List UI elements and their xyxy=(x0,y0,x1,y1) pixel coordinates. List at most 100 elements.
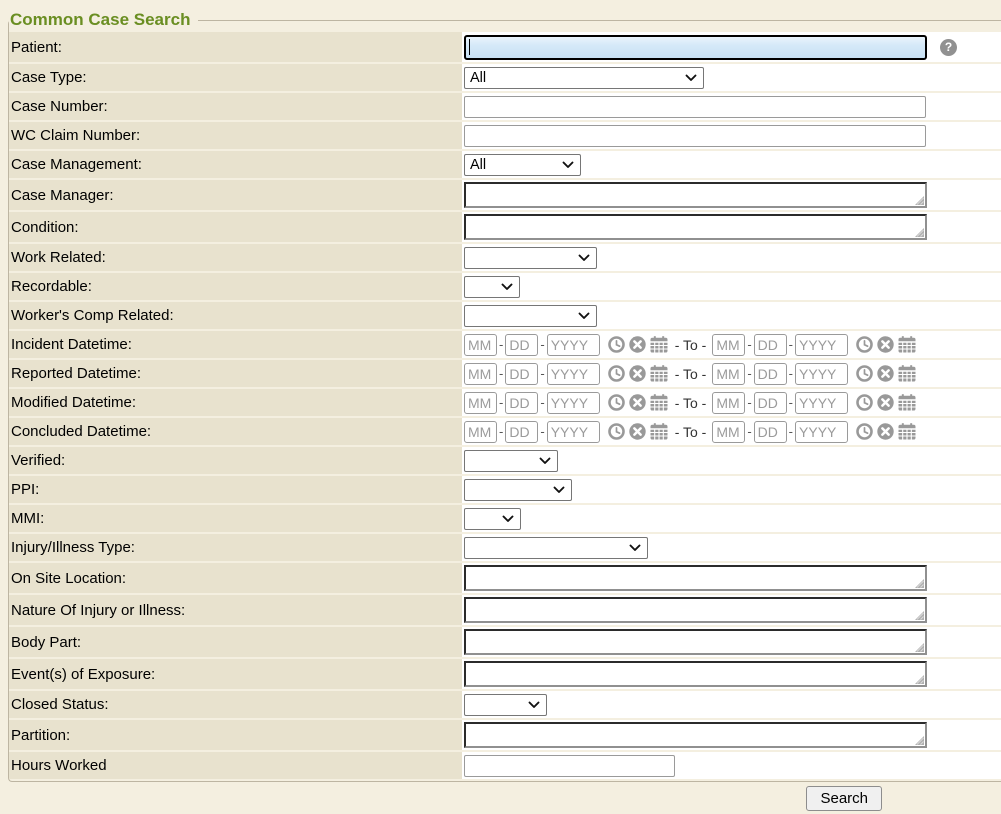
clear-icon[interactable] xyxy=(629,423,646,440)
clock-icon[interactable] xyxy=(856,336,873,353)
calendar-icon[interactable] xyxy=(650,394,668,411)
calendar-icon[interactable] xyxy=(650,423,668,440)
nature-of-injury-textarea[interactable] xyxy=(464,597,927,623)
form-row-verified: Verified: xyxy=(9,447,1001,474)
injury-illness-type-field-cell xyxy=(462,534,1001,561)
reported-datetime-from-month-input[interactable] xyxy=(464,363,497,385)
concluded-datetime-from-month-input[interactable] xyxy=(464,421,497,443)
form-row-mmi: MMI: xyxy=(9,505,1001,532)
modified-datetime-to-date: -- xyxy=(712,392,916,414)
resize-grip[interactable] xyxy=(915,228,924,237)
clear-icon[interactable] xyxy=(629,365,646,382)
incident-datetime-from-year-input[interactable] xyxy=(547,334,600,356)
closed-status-select[interactable] xyxy=(464,694,547,716)
concluded-datetime-from-day-input[interactable] xyxy=(505,421,538,443)
events-of-exposure-label: Event(s) of Exposure: xyxy=(9,659,462,689)
form-row-case-manager: Case Manager: xyxy=(9,180,1001,210)
help-icon[interactable]: ? xyxy=(940,39,957,56)
calendar-icon[interactable] xyxy=(650,365,668,382)
clear-icon[interactable] xyxy=(629,394,646,411)
case-management-select[interactable]: All xyxy=(464,154,581,176)
footer-bar: Search xyxy=(0,782,1001,814)
wc-claim-number-input[interactable] xyxy=(464,125,926,147)
clock-icon[interactable] xyxy=(608,365,625,382)
date-icon-group xyxy=(856,365,916,382)
mmi-label: MMI: xyxy=(9,505,462,532)
clear-icon[interactable] xyxy=(629,336,646,353)
incident-datetime-to-day-input[interactable] xyxy=(754,334,787,356)
work-related-select[interactable] xyxy=(464,247,597,269)
clock-icon[interactable] xyxy=(856,365,873,382)
calendar-icon[interactable] xyxy=(650,336,668,353)
patient-input[interactable] xyxy=(464,35,927,60)
modified-datetime-from-month-input[interactable] xyxy=(464,392,497,414)
concluded-datetime-to-month-input[interactable] xyxy=(712,421,745,443)
search-button[interactable]: Search xyxy=(806,786,882,811)
modified-datetime-to-year-input[interactable] xyxy=(795,392,848,414)
incident-datetime-from-month-input[interactable] xyxy=(464,334,497,356)
clock-icon[interactable] xyxy=(608,336,625,353)
hours-worked-input[interactable] xyxy=(464,755,675,777)
injury-illness-type-select[interactable] xyxy=(464,537,648,559)
resize-grip[interactable] xyxy=(915,643,924,652)
concluded-datetime-from-year-input[interactable] xyxy=(547,421,600,443)
date-icon-group xyxy=(608,336,668,353)
events-of-exposure-textarea[interactable] xyxy=(464,661,927,687)
verified-select[interactable] xyxy=(464,450,558,472)
reported-datetime-to-month-input[interactable] xyxy=(712,363,745,385)
reported-datetime-from-day-input[interactable] xyxy=(505,363,538,385)
form-row-injury-illness-type: Injury/Illness Type: xyxy=(9,534,1001,561)
ppi-select[interactable] xyxy=(464,479,572,501)
resize-grip[interactable] xyxy=(915,579,924,588)
clear-icon[interactable] xyxy=(877,394,894,411)
injury-illness-type-label: Injury/Illness Type: xyxy=(9,534,462,561)
chevron-down-icon xyxy=(629,544,641,552)
concluded-datetime-to-date: -- xyxy=(712,421,916,443)
form-row-nature-of-injury: Nature Of Injury or Illness: xyxy=(9,595,1001,625)
clear-icon[interactable] xyxy=(877,423,894,440)
date-icon-group xyxy=(608,365,668,382)
clear-icon[interactable] xyxy=(877,336,894,353)
calendar-icon[interactable] xyxy=(898,423,916,440)
modified-datetime-from-day-input[interactable] xyxy=(505,392,538,414)
date-separator: - xyxy=(499,424,503,439)
modified-datetime-to-day-input[interactable] xyxy=(754,392,787,414)
recordable-select[interactable] xyxy=(464,276,520,298)
resize-grip[interactable] xyxy=(915,736,924,745)
case-type-select[interactable]: All xyxy=(464,67,704,89)
concluded-datetime-to-day-input[interactable] xyxy=(754,421,787,443)
incident-datetime-to-year-input[interactable] xyxy=(795,334,848,356)
condition-textarea[interactable] xyxy=(464,214,927,240)
case-number-input[interactable] xyxy=(464,96,926,118)
resize-grip[interactable] xyxy=(915,196,924,205)
case-manager-textarea[interactable] xyxy=(464,182,927,208)
clock-icon[interactable] xyxy=(608,423,625,440)
hours-worked-field-cell xyxy=(462,752,1001,779)
condition-label: Condition: xyxy=(9,212,462,242)
partition-textarea[interactable] xyxy=(464,722,927,748)
on-site-location-textarea[interactable] xyxy=(464,565,927,591)
reported-datetime-to-day-input[interactable] xyxy=(754,363,787,385)
incident-datetime-from-day-input[interactable] xyxy=(505,334,538,356)
modified-datetime-from-year-input[interactable] xyxy=(547,392,600,414)
body-part-textarea[interactable] xyxy=(464,629,927,655)
incident-datetime-to-month-input[interactable] xyxy=(712,334,745,356)
clock-icon[interactable] xyxy=(856,394,873,411)
modified-datetime-to-month-input[interactable] xyxy=(712,392,745,414)
clock-icon[interactable] xyxy=(608,394,625,411)
calendar-icon[interactable] xyxy=(898,365,916,382)
resize-grip[interactable] xyxy=(915,675,924,684)
clock-icon[interactable] xyxy=(856,423,873,440)
nature-of-injury-label: Nature Of Injury or Illness: xyxy=(9,595,462,625)
calendar-icon[interactable] xyxy=(898,394,916,411)
calendar-icon[interactable] xyxy=(898,336,916,353)
reported-datetime-to-year-input[interactable] xyxy=(795,363,848,385)
clear-icon[interactable] xyxy=(877,365,894,382)
workers-comp-related-select[interactable] xyxy=(464,305,597,327)
concluded-datetime-to-year-input[interactable] xyxy=(795,421,848,443)
mmi-select[interactable] xyxy=(464,508,521,530)
text-caret xyxy=(469,39,470,55)
reported-datetime-from-year-input[interactable] xyxy=(547,363,600,385)
resize-grip[interactable] xyxy=(915,611,924,620)
workers-comp-related-label: Worker's Comp Related: xyxy=(9,302,462,329)
